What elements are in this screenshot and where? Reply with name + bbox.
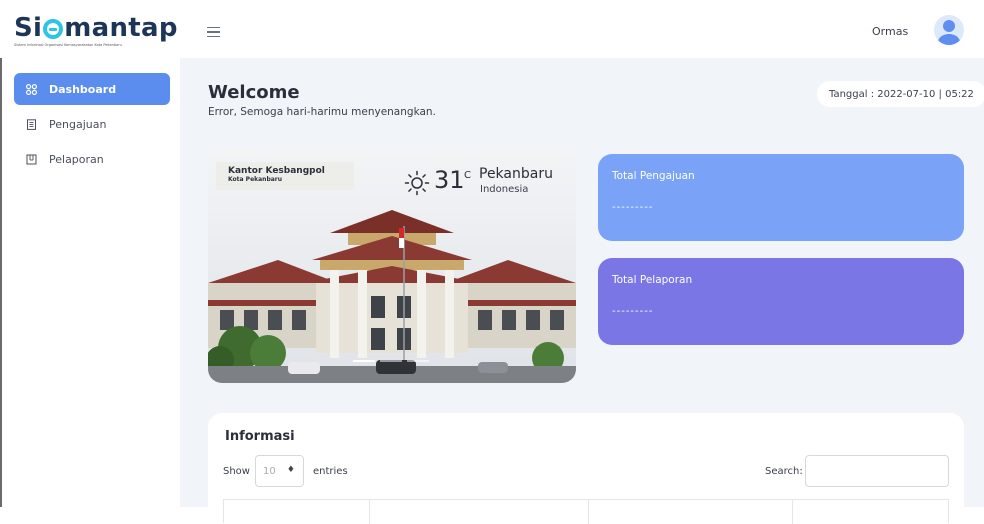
grid-icon: [26, 83, 37, 95]
card-value: ---------: [612, 202, 654, 213]
card-title: Total Pengajuan: [612, 170, 695, 182]
entries-select[interactable]: 10 ♦: [255, 455, 304, 487]
logo-o-icon: [43, 19, 64, 39]
date-badge: Tanggal : 2022-07-10 | 05:22: [817, 81, 984, 107]
card-title: Total Pelaporan: [612, 274, 693, 286]
weather-widget: 31 C Pekanbaru Indonesia: [404, 162, 564, 202]
menu-toggle-icon[interactable]: [207, 27, 220, 38]
logo-text: Si mantap: [14, 14, 178, 42]
sidebar-item-label: Pengajuan: [49, 117, 107, 131]
logo-text-pre: Si: [14, 13, 43, 43]
search-label: Search:: [765, 466, 803, 477]
entries-label: entries: [313, 466, 348, 477]
weather-country: Indonesia: [480, 184, 529, 195]
table-header: [223, 499, 949, 524]
office-photo-card: Kantor Kesbangpol Kota Pekanbaru 31 C Pe…: [208, 148, 576, 383]
informasi-title: Informasi: [225, 429, 295, 444]
photo-caption: Kantor Kesbangpol Kota Pekanbaru: [216, 162, 354, 190]
page-title: Welcome: [208, 82, 300, 103]
document-icon: [27, 118, 36, 130]
caption-title: Kantor Kesbangpol: [228, 166, 325, 176]
main-content: Welcome Error, Semoga hari-harimu menyen…: [180, 58, 984, 524]
app-logo[interactable]: Si mantap Sistem Informasi Organisasi Kem…: [14, 14, 178, 47]
show-label: Show: [223, 466, 250, 477]
greeting-text: Error, Semoga hari-harimu menyenangkan.: [208, 106, 436, 118]
user-avatar[interactable]: [934, 15, 964, 45]
card-value: ---------: [612, 306, 654, 317]
sidebar: Dashboard Pengajuan Pelaporan: [2, 58, 180, 507]
weather-city: Pekanbaru: [479, 166, 553, 182]
report-icon: [26, 154, 37, 164]
select-caret-icon: ♦: [286, 465, 295, 475]
user-name[interactable]: Ormas: [872, 25, 908, 38]
caption-subtitle: Kota Pekanbaru: [228, 176, 283, 183]
sidebar-item-label: Pelaporan: [49, 152, 104, 166]
logo-text-post: mantap: [64, 13, 178, 43]
search-input[interactable]: [805, 455, 949, 487]
sidebar-item-label: Dashboard: [49, 82, 117, 96]
total-pelaporan-card[interactable]: Total Pelaporan ---------: [598, 258, 964, 345]
temperature-value: 31: [434, 166, 465, 194]
logo-subtitle: Sistem Informasi Organisasi Kemasyarakat…: [14, 43, 122, 47]
sun-icon: [404, 170, 430, 196]
top-bar: Si mantap Sistem Informasi Organisasi Kem…: [0, 0, 984, 58]
entries-value: 10: [263, 465, 276, 477]
temperature-unit: C: [464, 170, 471, 181]
sidebar-item-dashboard[interactable]: Dashboard: [14, 73, 170, 105]
sidebar-item-pengajuan[interactable]: Pengajuan: [14, 108, 170, 140]
sidebar-item-pelaporan[interactable]: Pelaporan: [14, 143, 170, 175]
total-pengajuan-card[interactable]: Total Pengajuan ---------: [598, 154, 964, 241]
